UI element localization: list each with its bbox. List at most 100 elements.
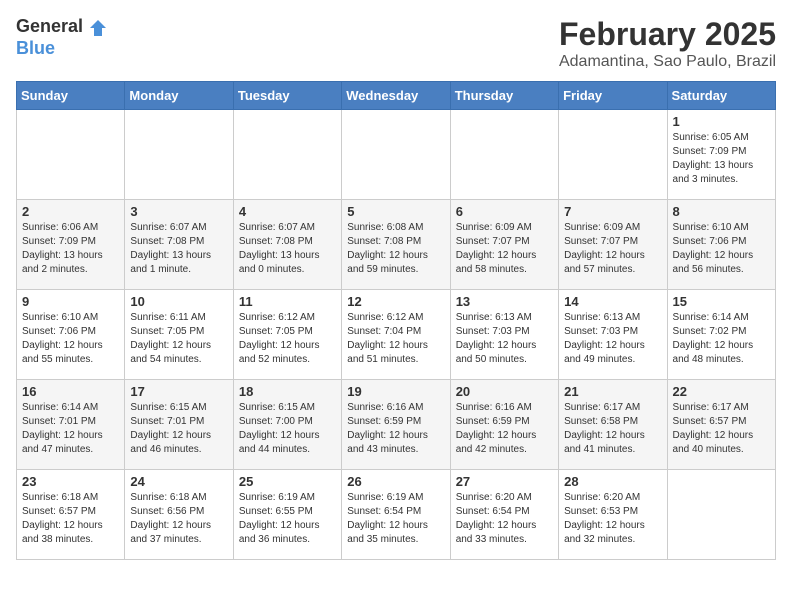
day-number: 12 — [347, 294, 444, 309]
day-number: 3 — [130, 204, 227, 219]
day-number: 28 — [564, 474, 661, 489]
weekday-tuesday: Tuesday — [233, 82, 341, 110]
calendar-cell — [450, 110, 558, 200]
calendar-cell: 3 Sunrise: 6:07 AM Sunset: 7:08 PM Daylig… — [125, 200, 233, 290]
calendar-cell: 22 Sunrise: 6:17 AM Sunset: 6:57 PM Dayli… — [667, 380, 775, 470]
calendar-cell: 21 Sunrise: 6:17 AM Sunset: 6:58 PM Dayli… — [559, 380, 667, 470]
calendar-cell: 16 Sunrise: 6:14 AM Sunset: 7:01 PM Dayli… — [17, 380, 125, 470]
day-info: Sunrise: 6:07 AM Sunset: 7:08 PM Dayligh… — [130, 221, 227, 277]
day-info: Sunrise: 6:13 AM Sunset: 7:03 PM Dayligh… — [456, 311, 553, 367]
calendar-cell: 11Sunrise: 6:12 AM Sunset: 7:05 PM Dayli… — [233, 290, 341, 380]
day-info: Sunrise: 6:05 AM Sunset: 7:09 PM Dayligh… — [673, 131, 770, 187]
day-info: Sunrise: 6:20 AM Sunset: 6:54 PM Dayligh… — [456, 491, 553, 547]
location-title: Adamantina, Sao Paulo, Brazil — [559, 53, 776, 71]
day-info: Sunrise: 6:18 AM Sunset: 6:56 PM Dayligh… — [130, 491, 227, 547]
day-info: Sunrise: 6:14 AM Sunset: 7:02 PM Dayligh… — [673, 311, 770, 367]
day-number: 7 — [564, 204, 661, 219]
day-number: 15 — [673, 294, 770, 309]
day-number: 20 — [456, 384, 553, 399]
day-info: Sunrise: 6:06 AM Sunset: 7:09 PM Dayligh… — [22, 221, 119, 277]
calendar-cell: 28 Sunrise: 6:20 AM Sunset: 6:53 PM Dayli… — [559, 470, 667, 560]
day-number: 23 — [22, 474, 119, 489]
calendar-cell: 8 Sunrise: 6:10 AM Sunset: 7:06 PM Daylig… — [667, 200, 775, 290]
weekday-friday: Friday — [559, 82, 667, 110]
calendar-table: SundayMondayTuesdayWednesdayThursdayFrid… — [16, 81, 776, 560]
calendar-cell: 1 Sunrise: 6:05 AM Sunset: 7:09 PM Daylig… — [667, 110, 775, 200]
calendar-cell: 20 Sunrise: 6:16 AM Sunset: 6:59 PM Dayli… — [450, 380, 558, 470]
calendar-cell: 23 Sunrise: 6:18 AM Sunset: 6:57 PM Dayli… — [17, 470, 125, 560]
day-info: Sunrise: 6:11 AM Sunset: 7:05 PM Dayligh… — [130, 311, 227, 367]
day-number: 13 — [456, 294, 553, 309]
day-number: 8 — [673, 204, 770, 219]
calendar-cell: 15 Sunrise: 6:14 AM Sunset: 7:02 PM Dayli… — [667, 290, 775, 380]
calendar-cell — [342, 110, 450, 200]
day-info: Sunrise: 6:10 AM Sunset: 7:06 PM Dayligh… — [673, 221, 770, 277]
day-number: 16 — [22, 384, 119, 399]
calendar-week-2: 9 Sunrise: 6:10 AM Sunset: 7:06 PM Daylig… — [17, 290, 776, 380]
day-number: 17 — [130, 384, 227, 399]
day-number: 22 — [673, 384, 770, 399]
day-info: Sunrise: 6:17 AM Sunset: 6:58 PM Dayligh… — [564, 401, 661, 457]
calendar-cell: 24 Sunrise: 6:18 AM Sunset: 6:56 PM Dayli… — [125, 470, 233, 560]
calendar-cell: 7 Sunrise: 6:09 AM Sunset: 7:07 PM Daylig… — [559, 200, 667, 290]
calendar-cell — [667, 470, 775, 560]
calendar-cell: 18 Sunrise: 6:15 AM Sunset: 7:00 PM Dayli… — [233, 380, 341, 470]
calendar-cell: 13 Sunrise: 6:13 AM Sunset: 7:03 PM Dayli… — [450, 290, 558, 380]
calendar-cell: 4Sunrise: 6:07 AM Sunset: 7:08 PM Daylig… — [233, 200, 341, 290]
day-number: 26 — [347, 474, 444, 489]
day-info: Sunrise: 6:09 AM Sunset: 7:07 PM Dayligh… — [564, 221, 661, 277]
calendar-cell — [17, 110, 125, 200]
calendar-body: 1 Sunrise: 6:05 AM Sunset: 7:09 PM Daylig… — [17, 110, 776, 560]
day-info: Sunrise: 6:18 AM Sunset: 6:57 PM Dayligh… — [22, 491, 119, 547]
calendar-cell — [125, 110, 233, 200]
calendar-week-0: 1 Sunrise: 6:05 AM Sunset: 7:09 PM Daylig… — [17, 110, 776, 200]
weekday-thursday: Thursday — [450, 82, 558, 110]
month-title: February 2025 — [559, 16, 776, 53]
day-info: Sunrise: 6:16 AM Sunset: 6:59 PM Dayligh… — [456, 401, 553, 457]
day-number: 1 — [673, 114, 770, 129]
day-number: 27 — [456, 474, 553, 489]
day-info: Sunrise: 6:14 AM Sunset: 7:01 PM Dayligh… — [22, 401, 119, 457]
day-info: Sunrise: 6:09 AM Sunset: 7:07 PM Dayligh… — [456, 221, 553, 277]
weekday-header-row: SundayMondayTuesdayWednesdayThursdayFrid… — [17, 82, 776, 110]
day-number: 24 — [130, 474, 227, 489]
logo-icon — [88, 18, 108, 38]
day-number: 5 — [347, 204, 444, 219]
calendar-cell: 2Sunrise: 6:06 AM Sunset: 7:09 PM Daylig… — [17, 200, 125, 290]
day-info: Sunrise: 6:16 AM Sunset: 6:59 PM Dayligh… — [347, 401, 444, 457]
calendar-cell: 17 Sunrise: 6:15 AM Sunset: 7:01 PM Dayli… — [125, 380, 233, 470]
calendar-cell: 27 Sunrise: 6:20 AM Sunset: 6:54 PM Dayli… — [450, 470, 558, 560]
logo: General Blue — [16, 16, 108, 59]
day-number: 14 — [564, 294, 661, 309]
weekday-wednesday: Wednesday — [342, 82, 450, 110]
calendar-cell: 10Sunrise: 6:11 AM Sunset: 7:05 PM Dayli… — [125, 290, 233, 380]
day-info: Sunrise: 6:19 AM Sunset: 6:54 PM Dayligh… — [347, 491, 444, 547]
header: General Blue February 2025 Adamantina, S… — [16, 16, 776, 71]
day-info: Sunrise: 6:15 AM Sunset: 7:00 PM Dayligh… — [239, 401, 336, 457]
calendar-cell: 12 Sunrise: 6:12 AM Sunset: 7:04 PM Dayli… — [342, 290, 450, 380]
calendar-week-1: 2Sunrise: 6:06 AM Sunset: 7:09 PM Daylig… — [17, 200, 776, 290]
calendar-cell: 5Sunrise: 6:08 AM Sunset: 7:08 PM Daylig… — [342, 200, 450, 290]
calendar-cell — [559, 110, 667, 200]
calendar-cell — [233, 110, 341, 200]
calendar-cell: 25Sunrise: 6:19 AM Sunset: 6:55 PM Dayli… — [233, 470, 341, 560]
day-number: 18 — [239, 384, 336, 399]
calendar-week-3: 16 Sunrise: 6:14 AM Sunset: 7:01 PM Dayli… — [17, 380, 776, 470]
weekday-monday: Monday — [125, 82, 233, 110]
day-info: Sunrise: 6:12 AM Sunset: 7:05 PM Dayligh… — [239, 311, 336, 367]
day-info: Sunrise: 6:17 AM Sunset: 6:57 PM Dayligh… — [673, 401, 770, 457]
day-info: Sunrise: 6:20 AM Sunset: 6:53 PM Dayligh… — [564, 491, 661, 547]
logo-blue-text: Blue — [16, 38, 55, 58]
day-number: 9 — [22, 294, 119, 309]
calendar-cell: 6 Sunrise: 6:09 AM Sunset: 7:07 PM Daylig… — [450, 200, 558, 290]
calendar-cell: 19 Sunrise: 6:16 AM Sunset: 6:59 PM Dayli… — [342, 380, 450, 470]
day-number: 6 — [456, 204, 553, 219]
weekday-saturday: Saturday — [667, 82, 775, 110]
day-info: Sunrise: 6:15 AM Sunset: 7:01 PM Dayligh… — [130, 401, 227, 457]
calendar-week-4: 23 Sunrise: 6:18 AM Sunset: 6:57 PM Dayli… — [17, 470, 776, 560]
logo-general-text: General — [16, 16, 83, 36]
day-number: 19 — [347, 384, 444, 399]
day-info: Sunrise: 6:12 AM Sunset: 7:04 PM Dayligh… — [347, 311, 444, 367]
day-info: Sunrise: 6:10 AM Sunset: 7:06 PM Dayligh… — [22, 311, 119, 367]
day-number: 21 — [564, 384, 661, 399]
